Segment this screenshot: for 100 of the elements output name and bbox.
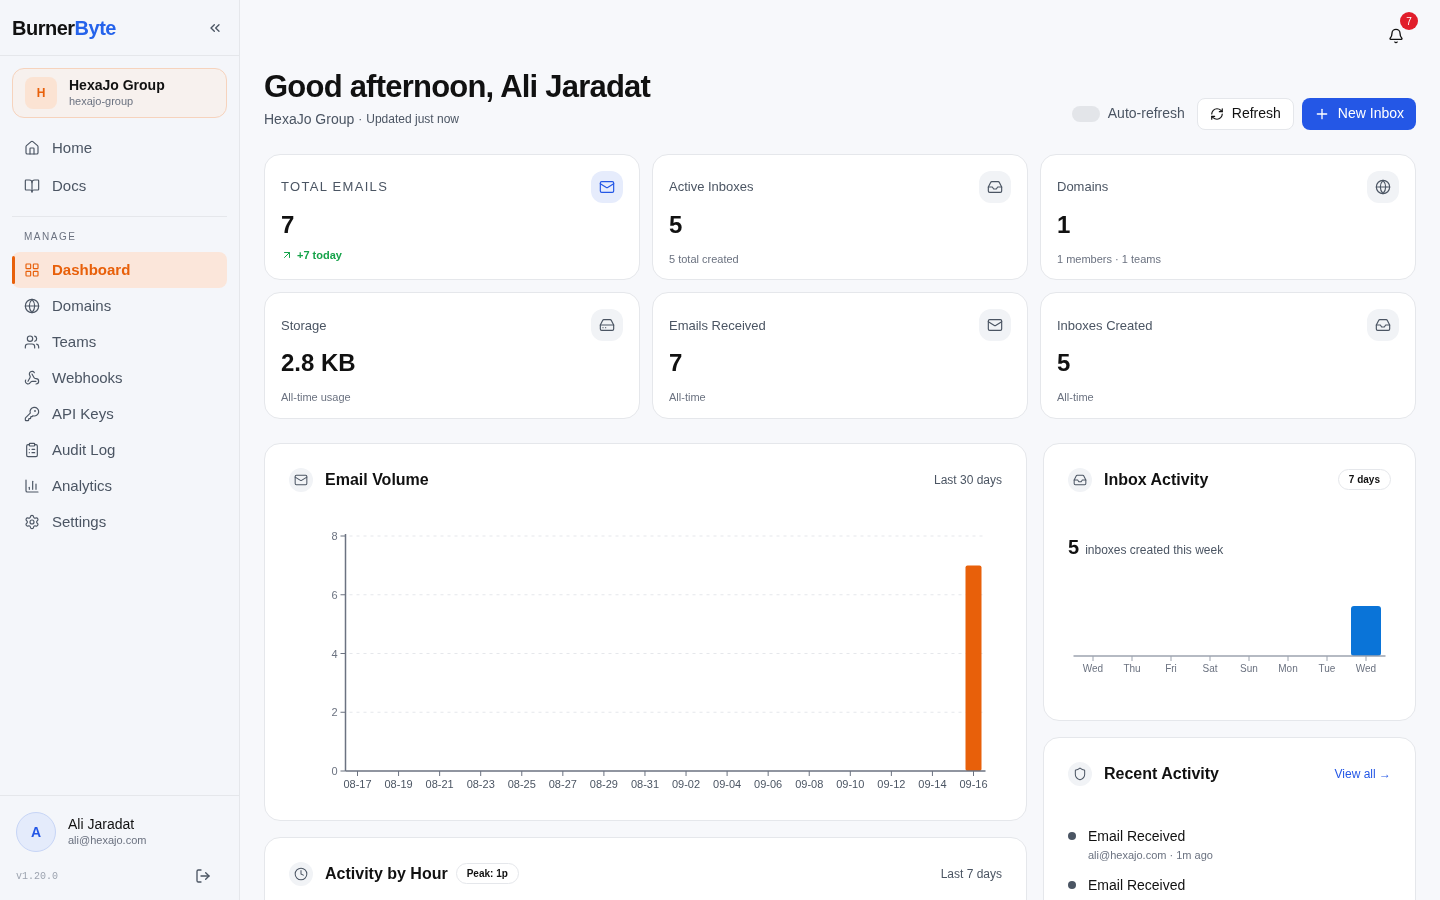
x-tick-label: 08-29 (589, 777, 618, 790)
nav-icon (24, 262, 40, 278)
card-title: Recent Activity (1104, 763, 1219, 784)
x-tick-label: 08-17 (343, 777, 372, 790)
version-label: v1.20.0 (16, 869, 58, 884)
x-tick-label: 08-23 (466, 777, 495, 790)
x-tick-label: Sun (1240, 662, 1258, 674)
stat-caption: 5 total created (669, 251, 740, 267)
stat-value: 2.8 KB (281, 348, 357, 379)
stat-label: Domains (1057, 178, 1109, 196)
y-tick-label: 2 (331, 706, 338, 718)
y-tick-label: 8 (331, 529, 338, 542)
sidebar-item[interactable]: Audit Log (12, 432, 227, 468)
sidebar-item[interactable]: API Keys (12, 396, 227, 432)
nav-icon (24, 298, 40, 314)
inbox-count: 5 (1068, 534, 1080, 560)
activity-title: Email Received (1088, 826, 1187, 846)
view-all-link[interactable]: View all → (1334, 764, 1391, 783)
x-tick-label: 08-19 (384, 777, 413, 790)
stat-value: 1 (1057, 209, 1072, 240)
separator-dot: · (358, 111, 363, 129)
organization-name: HexaJo Group (69, 77, 165, 95)
organization-switcher[interactable]: H HexaJo Group hexajo-group (12, 68, 227, 118)
bell-icon (1388, 28, 1404, 44)
greeting-heading: Good afternoon, Ali Jaradat (264, 68, 651, 106)
sidebar-item[interactable]: Analytics (12, 468, 227, 504)
stat-label: Emails Received (669, 316, 766, 335)
stat-icon (1375, 178, 1391, 195)
auto-refresh-label: Auto-refresh (1107, 104, 1185, 124)
range-label: Last 30 days (933, 471, 1002, 489)
refresh-button[interactable]: Refresh (1196, 97, 1294, 130)
x-tick-label: 09-04 (713, 777, 742, 790)
x-tick-label: Wed (1082, 662, 1104, 674)
stat-icon (599, 317, 615, 334)
email-volume-chart: 0 2 4 6 8 08-17 08-19 08-21 08-23 08-25 08-27 08-29 08-31 09-02 09-04 09-06 09-08 09-10 09-12 09-14 09-16 (289, 515, 1002, 796)
user-name: Ali Jaradat (68, 816, 136, 834)
stat-label: TOTAL EMAILS (281, 178, 389, 196)
x-tick-label: 08-31 (630, 777, 660, 790)
activity-bar (1351, 605, 1381, 656)
organization-slug: hexajo-group (69, 94, 135, 109)
mail-icon (294, 472, 308, 487)
x-tick-label: 09-12 (877, 777, 906, 790)
logout-icon (195, 868, 211, 884)
x-tick-label: Thu (1123, 662, 1141, 674)
user-email: ali@hexajo.com (68, 833, 147, 848)
new-inbox-button[interactable]: New Inbox (1301, 97, 1416, 130)
nav-icon (24, 478, 40, 494)
stat-label: Active Inboxes (669, 178, 754, 196)
section-label: MANAGE (23, 230, 78, 244)
app-logo[interactable]: BurnerByte (12, 12, 116, 43)
stat-value: 7 (281, 209, 296, 240)
x-tick-label: 08-21 (425, 777, 454, 790)
sidebar-item[interactable]: Settings (12, 504, 227, 540)
x-tick-label: 08-27 (548, 777, 577, 790)
sidebar-item[interactable]: Home (12, 130, 227, 166)
card-title: Email Volume (325, 469, 429, 490)
y-tick-label: 4 (331, 647, 338, 660)
stat-value: 5 (1057, 348, 1072, 379)
x-tick-label: Tue (1318, 662, 1336, 674)
stat-icon (1375, 317, 1391, 334)
y-tick-label: 6 (331, 588, 338, 601)
stat-value: 7 (669, 348, 684, 379)
x-tick-label: 09-08 (795, 777, 824, 790)
stat-icon (987, 317, 1003, 334)
nav-icon (24, 406, 40, 422)
stat-label: Storage (281, 316, 327, 335)
notification-count: 7 (1400, 12, 1418, 30)
shield-icon (1073, 766, 1087, 781)
x-tick-label: Fri (1165, 662, 1177, 674)
activity-title: Email Received (1088, 876, 1186, 896)
x-tick-label: 09-06 (754, 777, 783, 790)
user-avatar: A (16, 812, 56, 852)
stat-icon (599, 178, 615, 195)
x-tick-label: 08-25 (507, 777, 536, 790)
stat-caption: All-time (669, 390, 707, 406)
nav-icon (24, 178, 40, 194)
sidebar-item[interactable]: Webhooks (12, 360, 227, 396)
nav-icon (24, 334, 40, 350)
x-tick-label: 09-10 (836, 777, 865, 790)
nav-icon (24, 140, 40, 156)
stat-trend: +7 today (297, 247, 342, 263)
card-title: Inbox Activity (1104, 469, 1209, 490)
organization-avatar: H (25, 77, 57, 109)
stat-value: 5 (669, 209, 684, 240)
nav-icon (24, 370, 40, 386)
stat-icon (987, 178, 1003, 195)
stat-caption: All-time (1057, 390, 1095, 406)
y-tick-label: 0 (331, 764, 338, 777)
x-tick-label: Wed (1355, 662, 1377, 674)
trend-up-icon (281, 249, 293, 261)
sidebar-item[interactable]: Domains (12, 288, 227, 324)
update-status: Updated just now (366, 111, 459, 129)
sidebar-item[interactable]: Docs (12, 168, 227, 204)
range-label: Last 7 days (940, 865, 1002, 883)
organization-label: HexaJo Group (264, 109, 355, 129)
inbox-icon (1073, 472, 1087, 487)
x-tick-label: 09-02 (671, 777, 701, 790)
x-tick-label: 09-14 (918, 777, 947, 790)
stat-caption: 1 members · 1 teams (1057, 251, 1162, 267)
sidebar-item[interactable]: Teams (12, 324, 227, 360)
